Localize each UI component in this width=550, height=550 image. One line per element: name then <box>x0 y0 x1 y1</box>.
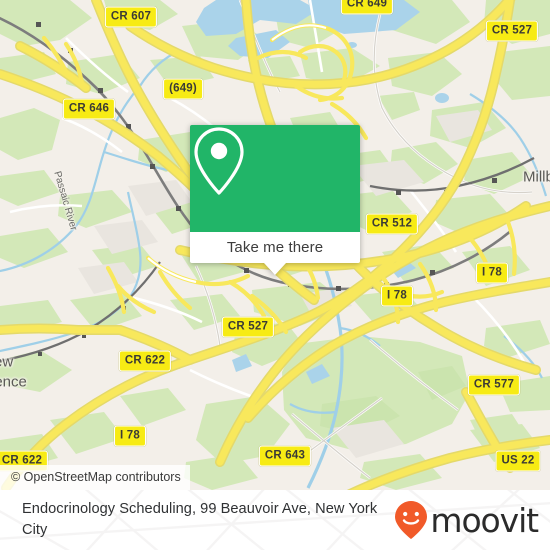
road-shield: I 78 <box>114 425 146 447</box>
map-popup-card[interactable]: Take me there <box>190 125 360 275</box>
page-title: Endocrinology Scheduling, 99 Beauvoir Av… <box>22 501 378 538</box>
popup-image-area <box>190 125 360 232</box>
moovit-logo[interactable]: moovit <box>394 500 539 540</box>
bottom-bar: Endocrinology Scheduling, 99 Beauvoir Av… <box>0 490 550 550</box>
road-shield: US 22 <box>495 450 541 472</box>
moovit-wordmark: moovit <box>430 500 539 540</box>
road-shield: I 78 <box>476 262 508 284</box>
popup-pointer <box>264 263 286 275</box>
moovit-map-screenshot: CR 607 CR 649 CR 527 CR 646 (649) CR 512 I 78 I… <box>0 0 550 550</box>
road-shield: (649) <box>163 78 203 100</box>
osm-attribution[interactable]: © OpenStreetMap contributors <box>0 465 190 490</box>
road-shield: CR 646 <box>62 98 116 120</box>
place-label: ew <box>0 353 14 371</box>
road-shield: CR 607 <box>104 6 158 28</box>
place-label: dence <box>0 373 27 391</box>
road-shield: CR 649 <box>340 0 394 15</box>
road-shield: CR 512 <box>365 213 419 235</box>
road-shield: I 78 <box>381 285 413 307</box>
road-shield: CR 527 <box>485 20 539 42</box>
road-shield: CR 643 <box>258 445 312 467</box>
road-shield: CR 527 <box>221 316 275 338</box>
take-me-there-label: Take me there <box>226 239 324 256</box>
place-label: Millb <box>523 168 550 186</box>
road-shield: CR 622 <box>118 350 172 372</box>
moovit-smiling-pin-icon <box>395 501 428 539</box>
popup-footer[interactable]: Take me there <box>190 232 360 275</box>
bottom-bar-content: Endocrinology Scheduling, 99 Beauvoir Av… <box>0 490 550 550</box>
map-pin-icon <box>194 127 244 195</box>
map-canvas[interactable]: CR 607 CR 649 CR 527 CR 646 (649) CR 512 I 78 I… <box>0 0 550 490</box>
road-shield: CR 577 <box>467 374 521 396</box>
